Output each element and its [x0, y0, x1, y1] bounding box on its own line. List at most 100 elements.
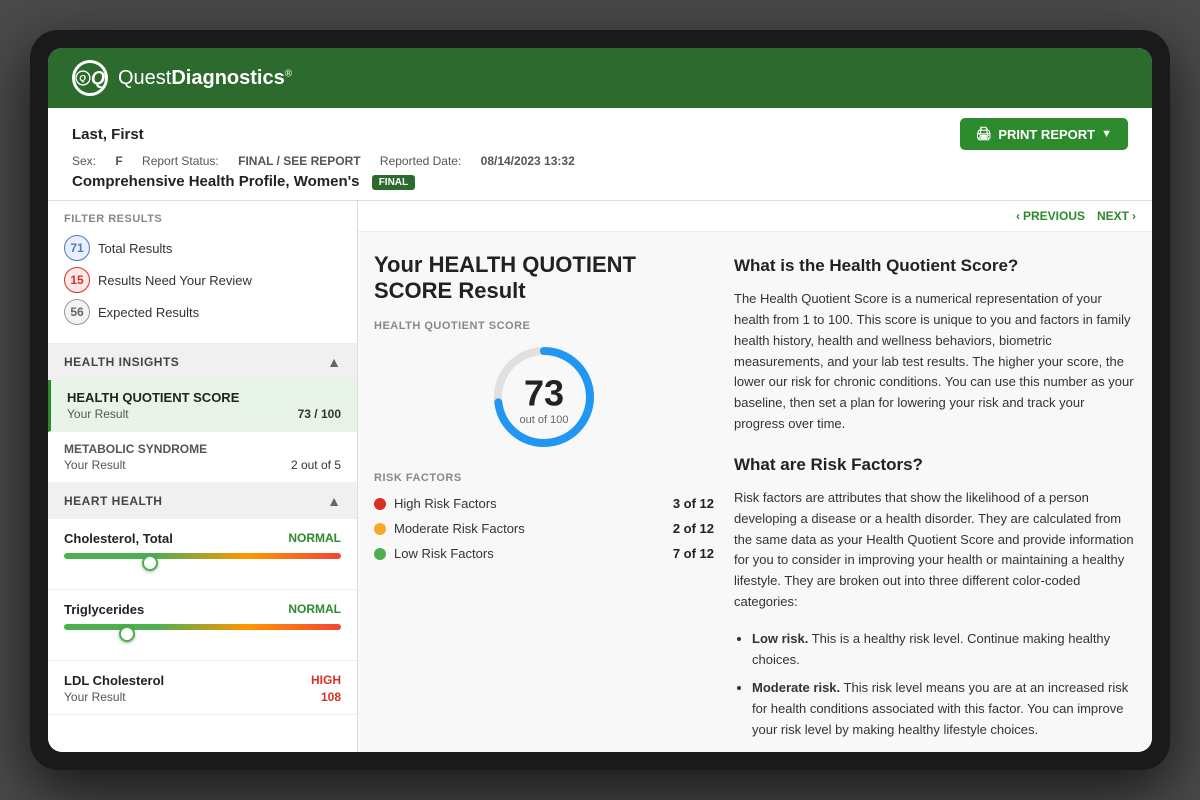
low-risk-label-group: Low Risk Factors — [374, 546, 494, 561]
header: Q QuestDiagnostics® — [48, 48, 1152, 108]
screen: Q QuestDiagnostics® Last, First 🖨 PRINT … — [48, 48, 1152, 752]
total-results-badge: 71 — [64, 235, 90, 261]
print-btn-label: PRINT REPORT — [998, 127, 1095, 142]
logo-quest: Quest — [118, 67, 171, 89]
patient-meta: Sex: F Report Status: FINAL / SEE REPORT… — [72, 154, 1128, 168]
print-report-button[interactable]: 🖨 PRINT REPORT ▼ — [960, 118, 1128, 150]
cholesterol-status: NORMAL — [288, 531, 341, 546]
sub-header: Last, First 🖨 PRINT REPORT ▼ Sex: F Repo… — [48, 108, 1152, 201]
hq-score-sub: Your Result 73 / 100 — [67, 407, 341, 421]
filter-expected-results[interactable]: 56 Expected Results — [64, 299, 341, 325]
moderate-risk-dot — [374, 523, 386, 535]
health-insights-header[interactable]: HEALTH INSIGHTS ▲ — [48, 344, 357, 380]
sidebar-item-cholesterol[interactable]: Cholesterol, Total NORMAL — [48, 519, 357, 590]
ldl-label: Your Result — [64, 690, 126, 704]
triglycerides-status: NORMAL — [288, 602, 341, 617]
risk-factors-title: RISK FACTORS — [374, 472, 714, 484]
heart-health-title: HEART HEALTH — [64, 494, 162, 508]
filter-review-results[interactable]: 15 Results Need Your Review — [64, 267, 341, 293]
list-item-high-bold: High risk. — [752, 751, 811, 752]
ldl-header-row: LDL Cholesterol HIGH — [64, 673, 341, 688]
main-panel: ‹ PREVIOUS NEXT › Your HEALTH QUOTIENT S… — [358, 201, 1152, 752]
score-label: HEALTH QUOTIENT SCORE — [374, 320, 714, 332]
patient-name-text: Last, First — [72, 126, 144, 143]
reported-date: Reported Date: 08/14/2023 13:32 — [380, 154, 575, 168]
score-circle: 73 out of 100 — [489, 342, 599, 452]
ldl-value: 108 — [321, 690, 341, 704]
sidebar: FILTER RESULTS 71 Total Results 15 Resul… — [48, 201, 358, 752]
printer-icon: 🖨 — [976, 126, 993, 142]
expected-results-label: Expected Results — [98, 305, 199, 320]
device-frame: Q QuestDiagnostics® Last, First 🖨 PRINT … — [30, 30, 1170, 770]
score-section: Your HEALTH QUOTIENT SCORE Result HEALTH… — [374, 252, 714, 752]
patient-name-row: Last, First 🖨 PRINT REPORT ▼ — [72, 118, 1128, 150]
score-out-of: out of 100 — [520, 414, 569, 426]
health-insights-chevron: ▲ — [327, 354, 341, 370]
info-text-2: Risk factors are attributes that show th… — [734, 488, 1136, 613]
filter-section: FILTER RESULTS 71 Total Results 15 Resul… — [48, 201, 357, 344]
logo-diagnostics: Diagnostics — [171, 67, 284, 89]
list-item-low: Low risk. This is a healthy risk level. … — [752, 629, 1136, 671]
svg-text:Q: Q — [79, 73, 86, 83]
heart-health-chevron: ▲ — [327, 493, 341, 509]
ldl-status: HIGH — [311, 673, 341, 688]
low-risk-dot — [374, 548, 386, 560]
low-risk-label: Low Risk Factors — [394, 546, 494, 561]
hq-score-label: Your Result — [67, 407, 129, 421]
high-risk-item: High Risk Factors 3 of 12 — [374, 496, 714, 511]
info-text-1: The Health Quotient Score is a numerical… — [734, 289, 1136, 435]
next-button[interactable]: NEXT › — [1097, 209, 1136, 223]
cholesterol-slider — [64, 553, 341, 573]
info-list: Low risk. This is a healthy risk level. … — [734, 629, 1136, 752]
cholesterol-title: Cholesterol, Total — [64, 531, 173, 546]
triglycerides-slider — [64, 624, 341, 644]
high-risk-label-group: High Risk Factors — [374, 496, 497, 511]
triglycerides-header-row: Triglycerides NORMAL — [64, 602, 341, 617]
info-heading-2: What are Risk Factors? — [734, 451, 1136, 478]
info-section: What is the Health Quotient Score? The H… — [734, 252, 1136, 752]
moderate-risk-label: Moderate Risk Factors — [394, 521, 525, 536]
expected-results-badge: 56 — [64, 299, 90, 325]
page-title: Your HEALTH QUOTIENT SCORE Result — [374, 252, 714, 304]
review-results-badge: 15 — [64, 267, 90, 293]
score-number: 73 — [524, 373, 564, 415]
high-risk-dot — [374, 498, 386, 510]
sidebar-item-ldl[interactable]: LDL Cholesterol HIGH Your Result 108 — [48, 661, 357, 715]
cholesterol-header-row: Cholesterol, Total NORMAL — [64, 531, 341, 546]
metabolic-title: METABOLIC SYNDROME — [64, 442, 341, 456]
moderate-risk-item: Moderate Risk Factors 2 of 12 — [374, 521, 714, 536]
logo-area: Q QuestDiagnostics® — [72, 60, 292, 96]
score-circle-container: 73 out of 100 — [374, 342, 714, 452]
nav-bar: ‹ PREVIOUS NEXT › — [358, 201, 1152, 232]
list-item-high: High risk. This risk level means you are… — [752, 749, 1136, 752]
sidebar-item-triglycerides[interactable]: Triglycerides NORMAL — [48, 590, 357, 661]
list-item-moderate: Moderate risk. This risk level means you… — [752, 678, 1136, 740]
sidebar-item-metabolic[interactable]: METABOLIC SYNDROME Your Result 2 out of … — [48, 432, 357, 483]
list-item-low-bold: Low risk. — [752, 631, 808, 646]
final-badge: FINAL — [372, 175, 415, 190]
chevron-left-icon: ‹ — [1016, 209, 1020, 223]
list-item-moderate-bold: Moderate risk. — [752, 680, 840, 695]
ldl-title: LDL Cholesterol — [64, 673, 164, 688]
main-content: FILTER RESULTS 71 Total Results 15 Resul… — [48, 201, 1152, 752]
filter-total-results[interactable]: 71 Total Results — [64, 235, 341, 261]
sex-label: Sex: F — [72, 154, 123, 168]
total-results-label: Total Results — [98, 241, 172, 256]
metabolic-result: Your Result 2 out of 5 — [64, 458, 341, 472]
quest-logo-icon: Q — [72, 60, 108, 96]
review-results-label: Results Need Your Review — [98, 273, 252, 288]
hq-score-title: HEALTH QUOTIENT SCORE — [67, 390, 341, 405]
chevron-down-icon: ▼ — [1101, 128, 1112, 140]
hq-score-value: 73 / 100 — [298, 407, 341, 421]
previous-button[interactable]: ‹ PREVIOUS — [1016, 209, 1085, 223]
high-risk-value: 3 of 12 — [673, 496, 714, 511]
heart-health-header[interactable]: HEART HEALTH ▲ — [48, 483, 357, 519]
sidebar-item-hq-score[interactable]: HEALTH QUOTIENT SCORE Your Result 73 / 1… — [48, 380, 357, 432]
low-risk-value: 7 of 12 — [673, 546, 714, 561]
chevron-right-icon: › — [1132, 209, 1136, 223]
filter-title: FILTER RESULTS — [64, 213, 341, 225]
content-area: Your HEALTH QUOTIENT SCORE Result HEALTH… — [358, 232, 1152, 752]
low-risk-item: Low Risk Factors 7 of 12 — [374, 546, 714, 561]
moderate-risk-label-group: Moderate Risk Factors — [374, 521, 525, 536]
logo-text: QuestDiagnostics® — [118, 67, 292, 90]
